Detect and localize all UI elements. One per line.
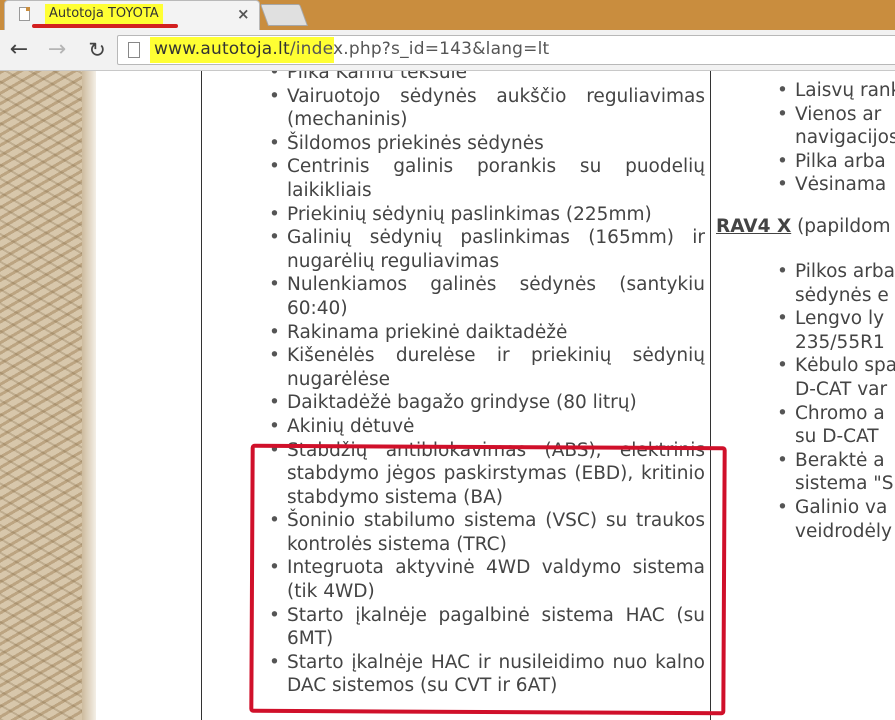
feature-list-item: Priekinių sėdynių paslinkimas (225mm) <box>267 203 705 227</box>
content-edge <box>82 71 96 720</box>
forward-arrow-icon[interactable]: → <box>44 37 70 63</box>
rav4-x-list-line: Kėbulo spa <box>775 354 895 378</box>
rav4-x-list-line: veidrodėly <box>795 520 892 542</box>
close-tab-icon[interactable]: × <box>237 5 250 23</box>
feature-list-item: Šildomos priekinės sėdynės <box>267 132 705 156</box>
page-favicon-icon <box>19 7 30 21</box>
url-host: www.autotoja.lt <box>154 39 290 59</box>
feature-list-item: Centrinis galinis porankis su puodelių l… <box>267 155 705 202</box>
reload-icon[interactable]: ↻ <box>84 37 110 63</box>
back-arrow-icon[interactable]: ← <box>6 37 32 63</box>
url-text[interactable]: www.autotoja.lt/index.php?s_id=143&lang=… <box>154 39 549 59</box>
tab-strip: Autotoja TOYOTA × <box>0 0 895 30</box>
feature-list-item: Daiktadėžė bagažo grindyse (80 litrų) <box>267 391 705 415</box>
rav4-list-line: navigacijos <box>795 127 895 149</box>
browser-toolbar: ← → ↻ www.autotoja.lt/index.php?s_id=143… <box>0 30 895 71</box>
url-path: /index.php?s_id=143&lang=lt <box>289 39 550 59</box>
feature-list-item: Vairuotojo sėdynės aukščio reguliavimas … <box>267 85 705 132</box>
table-border-left <box>201 71 202 720</box>
rav4-x-list-line: Beraktė a <box>775 449 895 473</box>
rav4-x-list-line: D-CAT var <box>795 378 888 400</box>
rav4-top-list: Laisvų rankVienos arnavigacijosPilka arb… <box>775 79 895 197</box>
rav4-list-line: Vėsinama <box>775 173 895 197</box>
rav4-x-heading: RAV4 X (papildom <box>716 216 891 237</box>
rav4-x-list-line: Galinio va <box>775 496 895 520</box>
background-pattern-overlay <box>0 71 82 720</box>
rav4-list-line: Vienos ar <box>775 103 895 127</box>
rav4-x-list-line: su D-CAT <box>795 426 879 448</box>
feature-list-item: Rakinama priekinė daiktadėžė <box>267 321 705 345</box>
rav4-x-list-line: Pilkos arba <box>775 260 895 284</box>
rav4-list-line: Laisvų rank <box>775 79 895 103</box>
address-bar[interactable]: www.autotoja.lt/index.php?s_id=143&lang=… <box>117 35 895 65</box>
tab-title: Autotoja TOYOTA <box>45 4 163 24</box>
feature-list-item: Nulenkiamos galinės sėdynės (santykiu 60… <box>267 273 705 320</box>
new-tab-button[interactable] <box>259 4 309 26</box>
rav4-x-list-line: sistema "S <box>795 473 894 495</box>
red-box-annotation <box>249 443 727 716</box>
feature-list-item: Galinių sėdynių paslinkimas (165mm) ir n… <box>267 226 705 273</box>
rav4-x-heading-bold[interactable]: RAV4 X <box>716 216 791 237</box>
feature-list-item: Pilka Kannu teksule <box>267 71 705 85</box>
rav4-x-list-line: Lengvo ly <box>775 307 895 331</box>
rav4-x-list: Pilkos arbasėdynės eLengvo ly235/55R1Kėb… <box>775 260 895 543</box>
feature-list-item: Kišenėlės durelėse ir priekinių sėdynių … <box>267 344 705 391</box>
feature-list-item: Akinių dėtuvė <box>267 415 705 439</box>
rav4-x-list-line: sėdynės e <box>795 284 889 306</box>
rav4-x-list-line: Chromo a <box>775 402 895 426</box>
rav4-list-line: Pilka arba <box>775 150 895 174</box>
web-page: Pilka Kannu teksuleVairuotojo sėdynės au… <box>0 71 895 720</box>
rav4-x-list-line: 235/55R1 <box>795 331 885 353</box>
page-icon <box>128 42 140 58</box>
red-underline-annotation <box>32 24 178 28</box>
rav4-x-heading-rest: (papildom <box>791 216 891 237</box>
